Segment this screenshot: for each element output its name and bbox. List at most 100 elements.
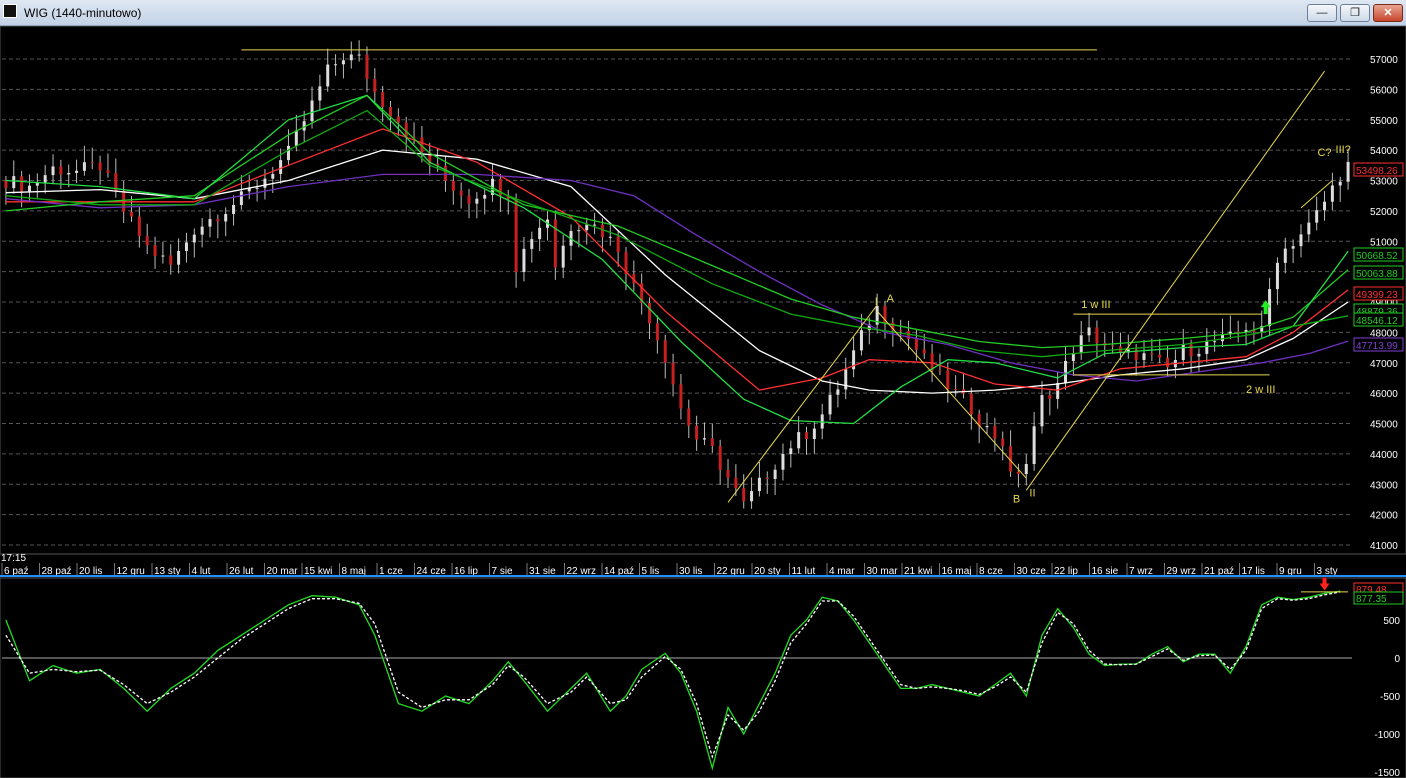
candle-body: [224, 213, 228, 222]
candle-body: [396, 116, 400, 123]
candle-body: [1142, 353, 1146, 360]
wave-annotation: I: [875, 296, 878, 308]
price-tag-label: 50668.52: [1356, 251, 1398, 262]
candle-body: [451, 180, 455, 191]
price-tick-label: 55000: [1370, 116, 1398, 127]
candle-body: [522, 248, 526, 272]
time-label: 17:15: [1, 553, 26, 564]
candle-body: [859, 330, 863, 351]
candle-body: [828, 394, 832, 415]
candle-body: [279, 160, 283, 174]
candle-body: [954, 389, 958, 391]
price-tick-label: 45000: [1370, 420, 1398, 431]
candle-body: [1346, 161, 1350, 182]
candle-body: [334, 64, 338, 66]
oscillator-panel[interactable]: -1500-1000-5000500879.48877.35: [0, 577, 1406, 778]
candle-body: [90, 162, 94, 164]
close-button[interactable]: ✕: [1373, 4, 1403, 22]
candle-body: [726, 469, 730, 478]
minimize-button[interactable]: —: [1307, 4, 1337, 22]
candle-body: [475, 198, 479, 204]
candle-body: [130, 211, 134, 217]
candle-body: [1158, 354, 1162, 358]
candle-body: [938, 370, 942, 372]
candle-body: [993, 426, 997, 439]
candle-body: [381, 92, 385, 107]
candle-body: [1197, 353, 1201, 357]
candle-body: [1016, 471, 1020, 475]
price-tick-label: 56000: [1370, 85, 1398, 96]
candle-body: [914, 339, 918, 350]
candle-body: [106, 170, 110, 173]
candle-body: [1087, 327, 1091, 336]
price-tick-label: 44000: [1370, 450, 1398, 461]
price-tag-label: 53498.26: [1356, 166, 1398, 177]
candle-body: [757, 477, 761, 492]
candle-body: [812, 428, 816, 440]
candle-body: [51, 166, 55, 176]
candle-body: [530, 239, 534, 249]
candle-body: [789, 448, 793, 455]
candle-body: [1205, 341, 1209, 354]
wave-annotation: A: [887, 293, 895, 305]
candle-body: [239, 191, 243, 205]
wave-annotation: B: [1013, 493, 1020, 505]
candle-body: [443, 165, 447, 181]
candle-body: [1299, 234, 1303, 247]
candle-body: [922, 349, 926, 354]
candle-body: [389, 106, 393, 117]
wave-annotation: III?: [1336, 144, 1351, 156]
price-tag-label: 47713.99: [1356, 341, 1398, 352]
wave-annotation: 1 w III: [1081, 299, 1110, 311]
candle-body: [1024, 464, 1028, 475]
candle-body: [585, 224, 589, 231]
candle-body: [1268, 289, 1272, 327]
candle-body: [1001, 438, 1005, 447]
candle-body: [773, 469, 777, 479]
wave-annotation: 2 w III: [1246, 384, 1275, 396]
candle-body: [553, 219, 557, 268]
candle-body: [20, 176, 24, 192]
maximize-button[interactable]: ❐: [1340, 4, 1370, 22]
candle-body: [1079, 335, 1083, 353]
candle-body: [781, 454, 785, 470]
price-panel[interactable]: 4100042000430004400045000460004700048000…: [0, 26, 1406, 577]
price-tag-label: 50063.88: [1356, 269, 1398, 280]
candle-body: [271, 173, 275, 179]
app-icon[interactable]: [3, 4, 17, 18]
candle-body: [137, 216, 141, 237]
window-title: WIG (1440-minutowo): [24, 6, 142, 20]
price-tick-label: 46000: [1370, 389, 1398, 400]
candle-body: [577, 230, 581, 232]
price-tick-label: 52000: [1370, 207, 1398, 218]
candle-body: [1048, 395, 1052, 399]
candle-body: [341, 60, 345, 65]
candle-body: [82, 162, 86, 171]
candle-body: [946, 370, 950, 390]
candle-body: [12, 176, 16, 189]
candle-body: [1330, 185, 1334, 202]
candle-body: [286, 145, 290, 161]
oscillator-value-label: 877.35: [1356, 594, 1387, 605]
candle-body: [969, 393, 973, 415]
candle-body: [671, 362, 675, 385]
candle-body: [687, 408, 691, 426]
candle-body: [192, 234, 196, 243]
candle-body: [836, 389, 840, 395]
candle-body: [75, 170, 79, 173]
candle-body: [718, 446, 722, 470]
candle-body: [648, 303, 652, 324]
candle-body: [663, 340, 667, 363]
candle-body: [805, 432, 809, 440]
candle-body: [702, 438, 706, 440]
price-tick-label: 47000: [1370, 359, 1398, 370]
candle-body: [1315, 210, 1319, 223]
candle-body: [1213, 341, 1217, 343]
candle-body: [600, 224, 604, 238]
oscillator-tick-label: 0: [1394, 654, 1400, 665]
candle-body: [1181, 344, 1185, 360]
price-tick-label: 42000: [1370, 511, 1398, 522]
candle-body: [1095, 327, 1099, 344]
chart-canvas[interactable]: 4100042000430004400045000460004700048000…: [0, 26, 1406, 778]
candle-body: [153, 245, 157, 257]
